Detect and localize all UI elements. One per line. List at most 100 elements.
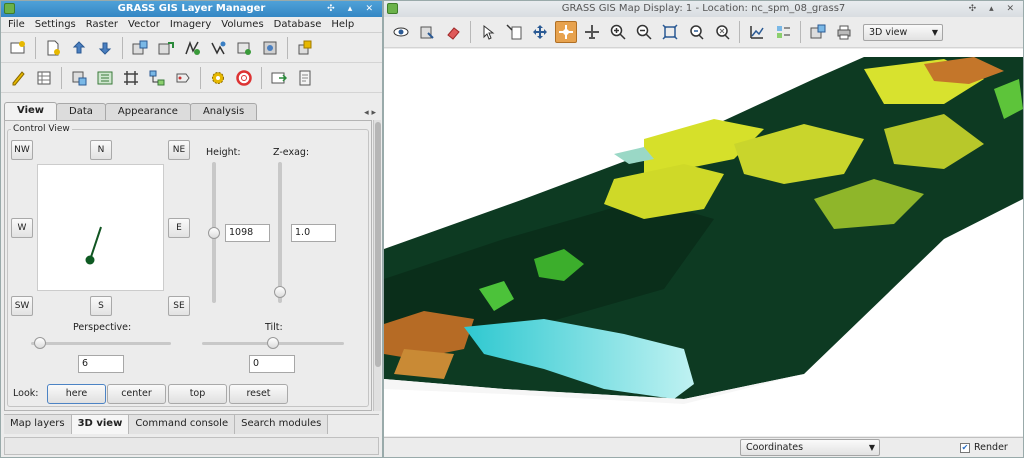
- map-display-titlebar[interactable]: GRASS GIS Map Display: 1 - Location: nc_…: [384, 1, 1023, 17]
- new-display-icon[interactable]: [7, 37, 29, 59]
- look-top-button[interactable]: top: [168, 384, 227, 404]
- layer-manager-titlebar[interactable]: GRASS GIS Layer Manager ✣ ▴ ✕: [1, 1, 382, 17]
- pan-icon[interactable]: [529, 21, 551, 43]
- perspective-slider-knob[interactable]: [34, 337, 46, 349]
- height-value-field[interactable]: 1098: [225, 224, 270, 242]
- window-menu-icon[interactable]: [4, 3, 15, 14]
- raster-calc-icon[interactable]: [94, 67, 116, 89]
- render-checkbox[interactable]: ✔: [960, 443, 970, 453]
- view-sw-button[interactable]: SW: [11, 296, 33, 316]
- menu-file[interactable]: File: [3, 17, 30, 32]
- zexag-slider-knob[interactable]: [274, 286, 286, 298]
- nviz-tabs: View Data Appearance Analysis ◂ ▸: [4, 102, 379, 120]
- display-map-eye-icon[interactable]: [390, 21, 412, 43]
- map-canvas-3d[interactable]: [384, 49, 1023, 436]
- add-group-icon[interactable]: [259, 37, 281, 59]
- menu-raster[interactable]: Raster: [81, 17, 123, 32]
- tab-search-modules[interactable]: Search modules: [235, 415, 329, 434]
- add-raster-misc-icon[interactable]: [155, 37, 177, 59]
- pointer-icon[interactable]: [477, 21, 499, 43]
- view-n-button[interactable]: N: [90, 140, 112, 160]
- new-workspace-icon[interactable]: [42, 37, 64, 59]
- toolbar-separator: [470, 21, 471, 43]
- zexag-slider[interactable]: [278, 162, 282, 303]
- save-image-icon[interactable]: [807, 21, 829, 43]
- rotate-view-icon[interactable]: [555, 21, 577, 43]
- panel-scrollbar[interactable]: [373, 120, 381, 411]
- add-raster-icon[interactable]: [129, 37, 151, 59]
- grid-icon[interactable]: [120, 67, 142, 89]
- erase-display-icon[interactable]: [442, 21, 464, 43]
- open-workspace-icon[interactable]: [68, 37, 90, 59]
- tab-map-layers[interactable]: Map layers: [4, 415, 72, 434]
- terrain-3d-render: [384, 57, 1023, 404]
- zoom-in-icon[interactable]: [607, 21, 629, 43]
- map-calculator-icon[interactable]: [68, 67, 90, 89]
- zoom-back-icon[interactable]: [685, 21, 707, 43]
- graphical-modeler-icon[interactable]: [146, 67, 168, 89]
- window-menu-icon[interactable]: [387, 3, 398, 14]
- map-display-statusbar: Coordinates ▼ ✔ Render: [384, 437, 1023, 457]
- remove-layer-icon[interactable]: [294, 37, 316, 59]
- view-s-button[interactable]: S: [90, 296, 112, 316]
- tab-view[interactable]: View: [4, 102, 58, 120]
- georectifier-icon[interactable]: [172, 67, 194, 89]
- edit-vector-icon[interactable]: [7, 67, 29, 89]
- menu-bar: File Settings Raster Vector Imagery Volu…: [1, 17, 382, 33]
- tab-data[interactable]: Data: [56, 103, 106, 120]
- view-e-button[interactable]: E: [168, 218, 190, 238]
- tilt-value-field[interactable]: 0: [249, 355, 295, 373]
- help-icon[interactable]: [233, 67, 255, 89]
- height-slider-knob[interactable]: [208, 227, 220, 239]
- toolbar-separator: [200, 66, 201, 89]
- bottom-tabs: Map layers 3D view Command console Searc…: [4, 414, 379, 434]
- fly-through-icon[interactable]: [581, 21, 603, 43]
- python-shell-icon[interactable]: [268, 67, 290, 89]
- add-overlay-icon[interactable]: [233, 37, 255, 59]
- zoom-extent-icon[interactable]: [659, 21, 681, 43]
- menu-imagery[interactable]: Imagery: [165, 17, 216, 32]
- view-direction-pad[interactable]: [37, 164, 164, 291]
- print-icon[interactable]: [833, 21, 855, 43]
- window-controls[interactable]: ✣ ▴ ✕: [969, 1, 1019, 17]
- add-vector-misc-icon[interactable]: [207, 37, 229, 59]
- perspective-value-field[interactable]: 6: [78, 355, 124, 373]
- menu-vector[interactable]: Vector: [123, 17, 165, 32]
- decorations-icon[interactable]: [772, 21, 794, 43]
- view-mode-select[interactable]: 3D view ▼: [863, 23, 943, 41]
- render-label: Render: [974, 442, 1008, 453]
- view-w-button[interactable]: W: [11, 218, 33, 238]
- menu-settings[interactable]: Settings: [30, 17, 81, 32]
- analyze-icon[interactable]: [746, 21, 768, 43]
- view-ne-button[interactable]: NE: [168, 140, 190, 160]
- menu-database[interactable]: Database: [269, 17, 327, 32]
- tab-appearance[interactable]: Appearance: [104, 103, 191, 120]
- tab-3d-view[interactable]: 3D view: [71, 415, 130, 434]
- menu-help[interactable]: Help: [326, 17, 359, 32]
- save-workspace-icon[interactable]: [94, 37, 116, 59]
- tab-command-console[interactable]: Command console: [129, 415, 236, 434]
- look-here-button[interactable]: here: [47, 384, 106, 404]
- query-icon[interactable]: [503, 21, 525, 43]
- zoom-out-icon[interactable]: [633, 21, 655, 43]
- look-reset-button[interactable]: reset: [229, 384, 288, 404]
- tab-scroll-arrows-icon[interactable]: ◂ ▸: [361, 108, 379, 120]
- layer-manager-title: GRASS GIS Layer Manager: [117, 3, 266, 14]
- tilt-slider-knob[interactable]: [267, 337, 279, 349]
- attribute-table-icon[interactable]: [33, 67, 55, 89]
- scrollbar-thumb[interactable]: [375, 122, 381, 367]
- perspective-slider[interactable]: [31, 342, 171, 345]
- zexag-value-field[interactable]: 1.0: [291, 224, 336, 242]
- zoom-menu-icon[interactable]: [711, 21, 733, 43]
- look-center-button[interactable]: center: [107, 384, 166, 404]
- status-mode-select[interactable]: Coordinates ▼: [740, 439, 880, 456]
- view-se-button[interactable]: SE: [168, 296, 190, 316]
- menu-volumes[interactable]: Volumes: [216, 17, 268, 32]
- view-nw-button[interactable]: NW: [11, 140, 33, 160]
- script-icon[interactable]: [294, 67, 316, 89]
- settings-icon[interactable]: [207, 67, 229, 89]
- tab-analysis[interactable]: Analysis: [189, 103, 258, 120]
- render-map-icon[interactable]: [416, 21, 438, 43]
- add-vector-icon[interactable]: [181, 37, 203, 59]
- window-controls[interactable]: ✣ ▴ ✕: [327, 1, 378, 17]
